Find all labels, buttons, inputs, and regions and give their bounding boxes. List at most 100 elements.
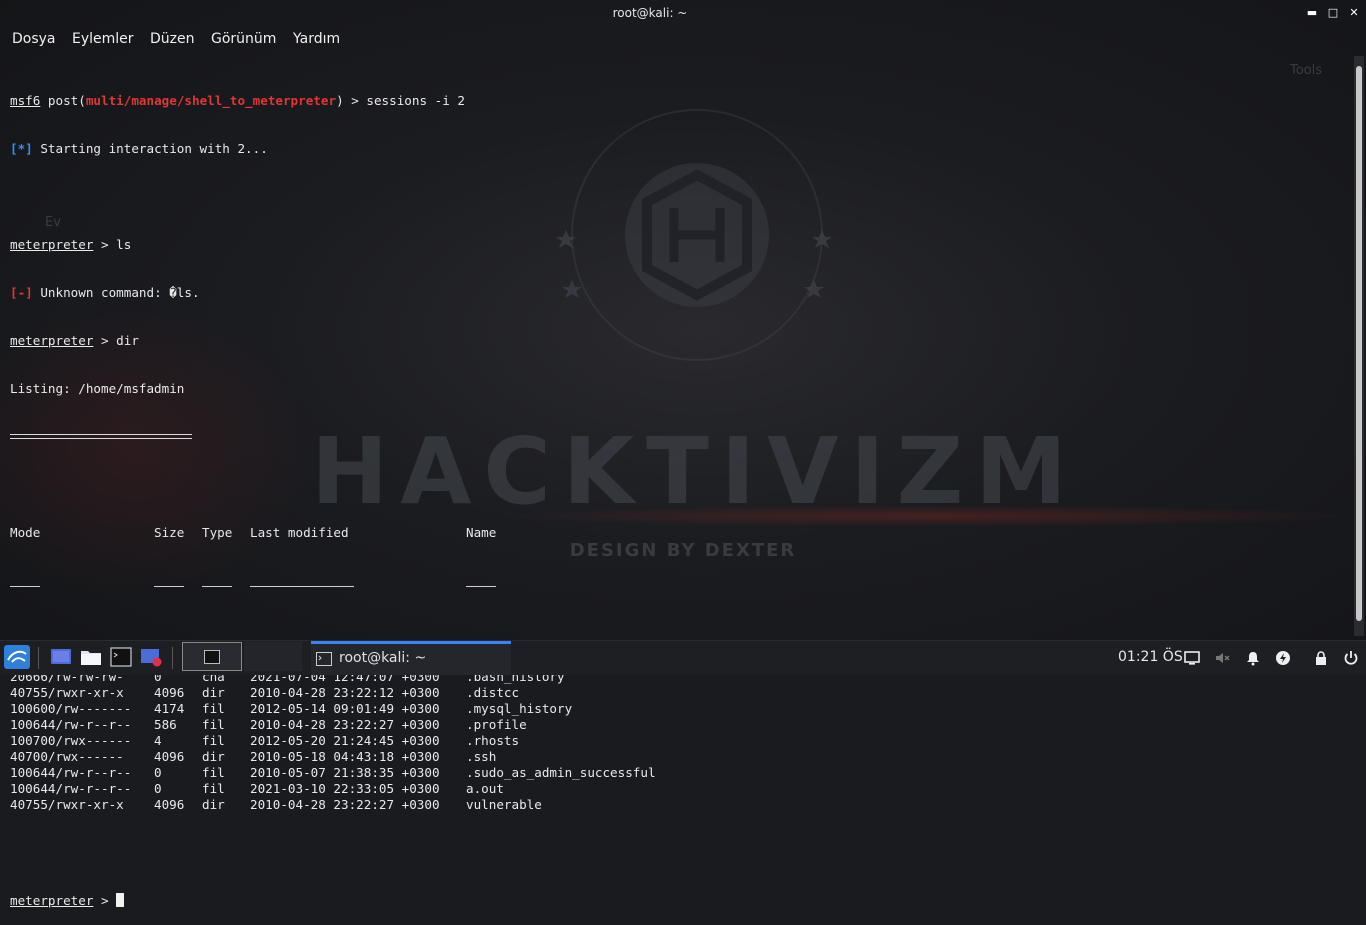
terminal-line: meterpreter > ls	[10, 237, 1350, 253]
terminal-icon[interactable]	[110, 647, 132, 667]
cell-mode: 100700/rwx------	[10, 733, 132, 748]
cell-mode: 40700/rwx------	[10, 749, 124, 764]
workspace-2[interactable]	[244, 642, 302, 671]
terminal-line: [*] Starting interaction with 2...	[10, 141, 1350, 157]
cell-type: fil	[202, 765, 225, 780]
listing-title: Listing: /home/msfadmin	[10, 381, 185, 396]
command-text: > ls	[93, 237, 132, 252]
close-button[interactable]: ✕	[1347, 6, 1361, 20]
show-desktop-icon[interactable]	[50, 647, 72, 667]
kali-menu-icon[interactable]	[4, 645, 30, 669]
cell-size: 586	[154, 717, 177, 732]
cell-name: .profile	[466, 717, 527, 732]
cell-modified: 2012-05-14 09:01:49 +0300	[250, 701, 440, 716]
text-cursor	[116, 893, 125, 907]
terminal-line: meterpreter > dir	[10, 333, 1350, 349]
table-row: 100644/rw-r--r-- 0 fil 2010-05-07 21:38:35 …	[10, 765, 1350, 781]
header-modified: Last modified	[250, 525, 349, 540]
cell-size: 4	[154, 733, 162, 748]
command-text: >	[93, 893, 117, 908]
cell-mode: 100600/rw-------	[10, 701, 132, 716]
table-row: 100644/rw-r--r-- 586 fil 2010-04-28 23:22:2…	[10, 717, 1350, 733]
power-icon[interactable]	[1343, 650, 1359, 666]
cell-mode: 100644/rw-r--r--	[10, 765, 132, 780]
menu-gorunum[interactable]: Görünüm	[211, 31, 276, 47]
cell-name: .ssh	[466, 749, 497, 764]
prompt-text: post(	[40, 93, 86, 108]
cell-type: dir	[202, 685, 225, 700]
table-row: 40755/rwxr-xr-x 4096 dir 2010-04-28 23:22:2…	[10, 797, 1350, 813]
header-mode: Mode	[10, 525, 41, 540]
window-title: root@kali: ~	[612, 6, 688, 20]
power-manager-icon[interactable]	[1275, 650, 1291, 666]
minimize-button[interactable]: ▬	[1305, 6, 1319, 20]
command-text: > dir	[93, 333, 139, 348]
menu-dosya[interactable]: Dosya	[12, 31, 56, 47]
lock-icon[interactable]	[1313, 650, 1329, 666]
menu-eylemler[interactable]: Eylemler	[72, 31, 134, 47]
cell-size: 4096	[154, 685, 185, 700]
terminal-output[interactable]: msf6 post(multi/manage/shell_to_meterpre…	[10, 61, 1350, 908]
menu-duzen[interactable]: Düzen	[150, 31, 195, 47]
window-titlebar[interactable]: root@kali: ~ ▬ □ ✕	[0, 0, 1366, 26]
cell-name: a.out	[466, 781, 504, 796]
cell-modified: 2021-03-10 22:33:05 +0300	[250, 781, 440, 796]
cell-name: .sudo_as_admin_successful	[466, 765, 656, 780]
cell-modified: 2010-05-18 04:43:18 +0300	[250, 749, 440, 764]
table-header: Mode Size Type Last modified Name	[10, 525, 1350, 541]
info-text: Starting interaction with 2...	[32, 141, 268, 156]
cell-mode: 40755/rwxr-xr-x	[10, 685, 124, 700]
table-row: 40755/rwxr-xr-x 4096 dir 2010-04-28 23:22:1…	[10, 685, 1350, 701]
meterpreter-prompt: meterpreter	[10, 893, 94, 908]
cell-size: 0	[154, 781, 162, 796]
clock[interactable]: 01:21 ÖS	[1118, 649, 1183, 665]
cell-name: .mysql_history	[466, 701, 573, 716]
cell-modified: 2010-04-28 23:22:27 +0300	[250, 717, 440, 732]
cell-modified: 2010-05-07 21:38:35 +0300	[250, 765, 440, 780]
msf-prompt: msf6	[10, 93, 41, 108]
table-row: 100600/rw------- 4174 fil 2012-05-14 09:01:…	[10, 701, 1350, 717]
cell-size: 4096	[154, 797, 185, 812]
volume-muted-icon[interactable]	[1214, 650, 1230, 666]
taskbar: root@kali: ~ 01:21 ÖS	[0, 640, 1366, 675]
cell-size: 0	[154, 765, 162, 780]
cell-modified: 2010-04-28 23:22:27 +0300	[250, 797, 440, 812]
cell-type: fil	[202, 701, 225, 716]
listing-underline	[10, 429, 1350, 445]
cell-name: .rhosts	[466, 733, 520, 748]
info-tag: [*]	[10, 141, 33, 156]
cell-mode: 100644/rw-r--r--	[10, 781, 132, 796]
taskbar-window-terminal[interactable]: root@kali: ~	[311, 641, 511, 675]
error-text: Unknown command: �ls.	[32, 285, 200, 300]
file-manager-icon[interactable]	[80, 647, 102, 667]
taskbar-window-label: root@kali: ~	[339, 650, 427, 666]
terminal-line: [-] Unknown command: �ls.	[10, 285, 1350, 301]
cell-type: fil	[202, 717, 225, 732]
terminal-scrollbar[interactable]	[1354, 56, 1364, 636]
display-icon[interactable]	[1184, 650, 1200, 666]
cell-name: vulnerable	[466, 797, 542, 812]
cell-modified: 2010-04-28 23:22:12 +0300	[250, 685, 440, 700]
listing-rows: 20666/rw-rw-rw- 0 cha 2021-07-04 12:47:07 +…	[10, 669, 1350, 813]
table-row: 100644/rw-r--r-- 0 fil 2021-03-10 22:33:05 …	[10, 781, 1350, 797]
menu-bar: Dosya Eylemler Düzen Görünüm Yardım	[0, 28, 1300, 52]
screen-recorder-icon[interactable]	[140, 647, 162, 667]
terminal-window-thumb-icon	[204, 650, 220, 664]
cell-type: dir	[202, 749, 225, 764]
menu-yardim[interactable]: Yardım	[293, 31, 340, 47]
workspace-1[interactable]	[182, 642, 242, 671]
maximize-button[interactable]: □	[1326, 6, 1340, 20]
command-text: ) > sessions -i 2	[336, 93, 465, 108]
cell-type: fil	[202, 733, 225, 748]
meterpreter-prompt: meterpreter	[10, 333, 94, 348]
terminal-line: msf6 post(multi/manage/shell_to_meterpre…	[10, 93, 1350, 109]
notifications-icon[interactable]	[1245, 650, 1261, 666]
module-path: multi/manage/shell_to_meterpreter	[85, 93, 337, 108]
cell-name: .distcc	[466, 685, 520, 700]
cell-size: 4096	[154, 749, 185, 764]
meterpreter-prompt: meterpreter	[10, 237, 94, 252]
scrollbar-thumb[interactable]	[1356, 66, 1362, 621]
